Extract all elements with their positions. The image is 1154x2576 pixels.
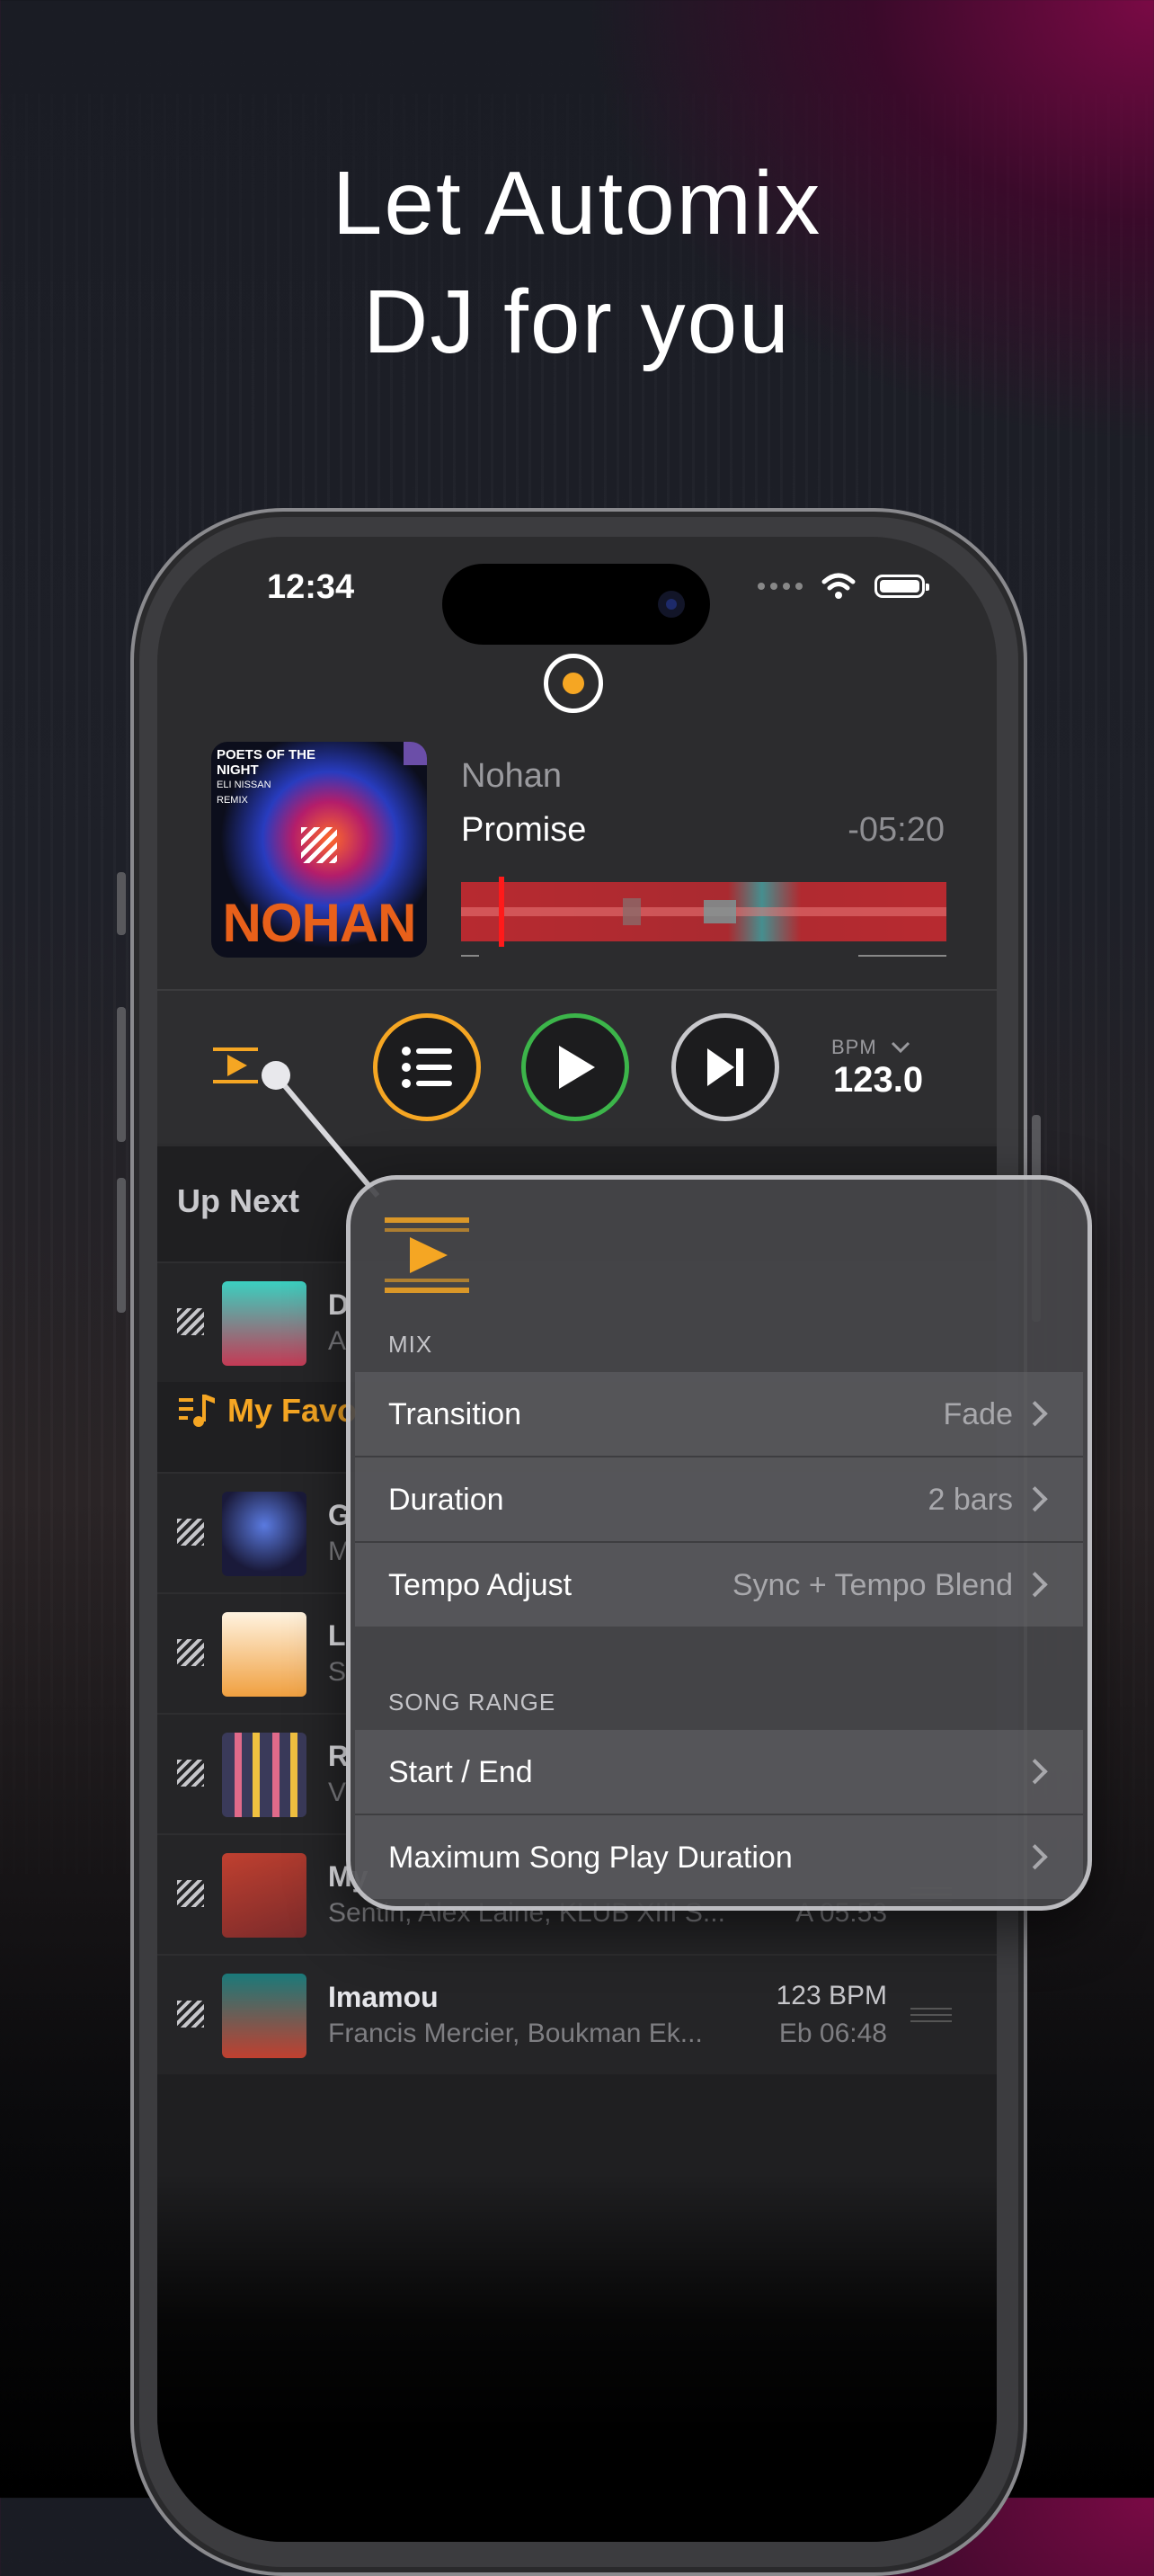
phone-volume-up	[117, 1007, 126, 1142]
queue-row[interactable]: Imamou Francis Mercier, Boukman Ek... 12…	[157, 1954, 997, 2074]
phone-mute-switch	[117, 872, 126, 935]
duration-value: 2 bars	[928, 1483, 1014, 1517]
mix-icon	[177, 2001, 204, 2028]
tempo-adjust-value: Sync + Tempo Blend	[732, 1568, 1013, 1602]
automix-icon[interactable]	[211, 1040, 262, 1091]
drag-handle-icon[interactable]	[910, 2008, 952, 2022]
playlist-name: My Favo	[227, 1392, 358, 1429]
playlist-header[interactable]: My Favo	[177, 1391, 357, 1431]
transition-label: Transition	[388, 1397, 522, 1431]
transition-value: Fade	[943, 1397, 1014, 1431]
row-bpm: 123 BPM	[776, 1981, 887, 2010]
headline-line-2: DJ for you	[363, 272, 791, 372]
headline: Let Automix DJ for you	[0, 144, 1154, 381]
row-subtitle: S	[328, 1657, 347, 1687]
automix-settings-popup: MIX Transition Fade Duration 2 bars Temp…	[346, 1175, 1092, 1911]
chevron-right-icon	[1022, 1572, 1048, 1598]
track-art	[222, 1733, 306, 1817]
track-art	[222, 1492, 306, 1576]
mix-icon	[177, 1880, 204, 1907]
chevron-right-icon	[1022, 1844, 1048, 1870]
song-range-section-header: SONG RANGE	[388, 1689, 556, 1716]
up-next-title: Up Next	[177, 1182, 300, 1219]
play-button[interactable]	[521, 1013, 629, 1121]
waveform-start-marker	[461, 955, 479, 957]
deck-indicator-button[interactable]	[544, 654, 603, 713]
song-range-group: Start / End Maximum Song Play Duration	[355, 1730, 1083, 1899]
mix-icon	[177, 1519, 204, 1546]
battery-icon	[874, 575, 929, 598]
bpm-label: BPM	[831, 1036, 877, 1058]
waveform[interactable]	[461, 877, 946, 947]
bpm-selector[interactable]: BPM	[831, 1036, 910, 1059]
start-end-label: Start / End	[388, 1755, 533, 1789]
play-icon	[559, 1046, 595, 1089]
waveform-end-marker	[858, 955, 946, 957]
album-art-top-text: POETS OF THE NIGHT ELI NISSAN REMIX	[217, 747, 315, 808]
mix-icon	[177, 1639, 204, 1666]
row-subtitle: A	[328, 1326, 347, 1356]
album-art-subtitle: ELI NISSAN REMIX	[217, 780, 271, 806]
max-play-duration-row[interactable]: Maximum Song Play Duration	[355, 1815, 1083, 1899]
track-art	[222, 1853, 306, 1938]
track-title: Promise	[461, 811, 587, 849]
time-remaining: -05:20	[848, 811, 945, 849]
chevron-down-icon	[891, 1041, 910, 1054]
automix-icon	[385, 1217, 469, 1293]
signal-dots-icon	[758, 583, 803, 590]
bottom-fade	[157, 2173, 997, 2542]
queue-button[interactable]	[373, 1013, 481, 1121]
status-icons	[758, 573, 929, 600]
row-title: L	[328, 1619, 346, 1652]
max-play-duration-label: Maximum Song Play Duration	[388, 1841, 793, 1875]
list-icon	[402, 1047, 452, 1088]
album-art-name: NOHAN	[222, 893, 417, 953]
chevron-right-icon	[1022, 1401, 1048, 1427]
mix-settings-group: Transition Fade Duration 2 bars Tempo Ad…	[355, 1372, 1083, 1627]
tempo-adjust-row[interactable]: Tempo Adjust Sync + Tempo Blend	[355, 1543, 1083, 1627]
row-key-duration: Eb 06:48	[778, 2019, 887, 2048]
phone-volume-down	[117, 1178, 126, 1313]
duration-label: Duration	[388, 1483, 504, 1517]
album-art: POETS OF THE NIGHT ELI NISSAN REMIX NOHA…	[211, 742, 427, 958]
row-subtitle: Francis Mercier, Boukman Ek...	[328, 2019, 703, 2048]
track-artist: Nohan	[461, 757, 562, 795]
transition-row[interactable]: Transition Fade	[355, 1372, 1083, 1457]
row-subtitle: V	[328, 1778, 347, 1807]
headline-line-1: Let Automix	[332, 153, 822, 254]
wifi-icon	[821, 573, 856, 599]
skip-next-icon	[707, 1048, 743, 1086]
mix-section-header: MIX	[388, 1331, 433, 1358]
bpm-value: 123.0	[833, 1060, 924, 1100]
djay-logo-icon	[301, 827, 337, 863]
skip-next-button[interactable]	[671, 1013, 779, 1121]
track-art	[222, 1974, 306, 2058]
row-title: Imamou	[328, 1981, 439, 2013]
mix-icon	[177, 1308, 204, 1335]
chevron-right-icon	[1022, 1759, 1048, 1785]
album-badge	[404, 742, 427, 765]
music-playlist-icon	[179, 1395, 215, 1427]
camera-icon	[658, 591, 685, 618]
dynamic-island	[442, 564, 710, 645]
status-time: 12:34	[267, 568, 355, 606]
album-art-title: POETS OF THE NIGHT	[217, 747, 316, 778]
chevron-right-icon	[1022, 1486, 1048, 1512]
track-art	[222, 1612, 306, 1697]
deck-dot-icon	[563, 673, 584, 694]
track-art	[222, 1281, 306, 1366]
duration-row[interactable]: Duration 2 bars	[355, 1457, 1083, 1543]
start-end-row[interactable]: Start / End	[355, 1730, 1083, 1815]
tempo-adjust-label: Tempo Adjust	[388, 1568, 573, 1602]
mix-icon	[177, 1760, 204, 1787]
